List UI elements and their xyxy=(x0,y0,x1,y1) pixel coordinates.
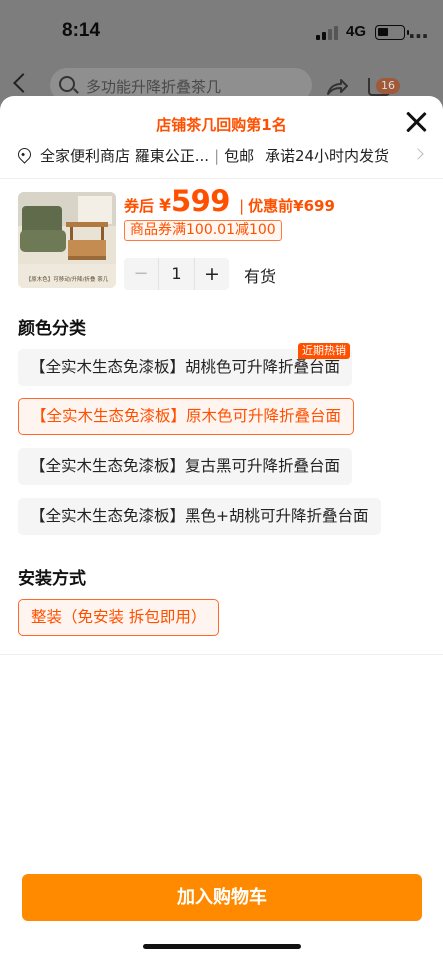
original-price-label: 优惠前 xyxy=(248,197,294,215)
search-placeholder: 多功能升降折叠茶几 xyxy=(86,78,222,96)
cart-badge: 16 xyxy=(376,78,400,94)
coupon-price: 599 xyxy=(170,184,231,218)
more-icon: ··· xyxy=(408,24,429,48)
quantity-minus-button[interactable]: − xyxy=(124,258,158,290)
install-option-assembled[interactable]: 整装（免安装 拆包即用） xyxy=(18,599,220,636)
sku-selector-sheet: 店铺茶几回购第1名 全家便利商店 羅東公正... | 包邮 承诺24小时内发货 【原… xyxy=(0,96,443,960)
product-thumbnail[interactable]: 【原木色】可移动/升降/折叠 茶几 xyxy=(18,192,116,288)
currency-symbol: ¥ xyxy=(159,196,171,216)
status-time: 8:14 xyxy=(62,20,101,41)
product-image-caption: 【原木色】可移动/升降/折叠 茶几 xyxy=(26,275,109,283)
share-icon xyxy=(327,79,348,95)
stock-status: 有货 xyxy=(244,267,277,286)
color-option-vintage-black[interactable]: 【全实木生态免漆板】复古黑可升降折叠台面 xyxy=(18,448,353,485)
sheet-title: 店铺茶几回购第1名 xyxy=(156,116,287,134)
home-indicator xyxy=(143,944,301,949)
quantity-stepper: − 1 + xyxy=(124,258,229,290)
network-type: 4G xyxy=(346,23,367,40)
close-button[interactable] xyxy=(404,110,428,134)
divider xyxy=(0,178,443,179)
quantity-plus-button[interactable]: + xyxy=(195,258,229,290)
product-image: 【原木色】可移动/升降/折叠 茶几 xyxy=(18,192,116,288)
quantity-value[interactable]: 1 xyxy=(158,258,195,290)
battery-icon xyxy=(375,25,409,40)
chevron-right-icon xyxy=(412,148,424,160)
original-price: ¥699 xyxy=(293,197,335,215)
hot-sale-badge: 近期热销 xyxy=(298,343,350,359)
search-icon xyxy=(59,76,75,92)
price-line: 券后 ¥599 | 优惠前¥699 xyxy=(124,184,335,218)
coupon-tag: 商品券满100.01减100 xyxy=(124,220,282,241)
signal-icon xyxy=(316,26,340,40)
status-bar: 8:14 4G xyxy=(0,0,443,64)
color-option-black-walnut[interactable]: 【全实木生态免漆板】黑色+胡桃可升降折叠台面 xyxy=(18,498,381,535)
location-pin-icon xyxy=(15,145,34,164)
add-to-cart-button[interactable]: 加入购物车 xyxy=(22,874,422,921)
divider xyxy=(0,654,443,655)
back-arrow-icon xyxy=(13,73,33,93)
shipping-info: 包邮 xyxy=(224,147,255,165)
delivery-promise: 承诺24小时内发货 xyxy=(264,147,390,165)
install-section-title: 安装方式 xyxy=(18,569,86,589)
price-prefix: 券后 xyxy=(124,197,155,215)
delivery-address-row[interactable]: 全家便利商店 羅東公正... | 包邮 承诺24小时内发货 xyxy=(15,144,428,168)
color-section-title: 颜色分类 xyxy=(18,319,86,339)
address-location: 全家便利商店 羅東公正... xyxy=(40,147,210,165)
color-option-natural-wood[interactable]: 【全实木生态免漆板】原木色可升降折叠台面 xyxy=(18,398,355,435)
